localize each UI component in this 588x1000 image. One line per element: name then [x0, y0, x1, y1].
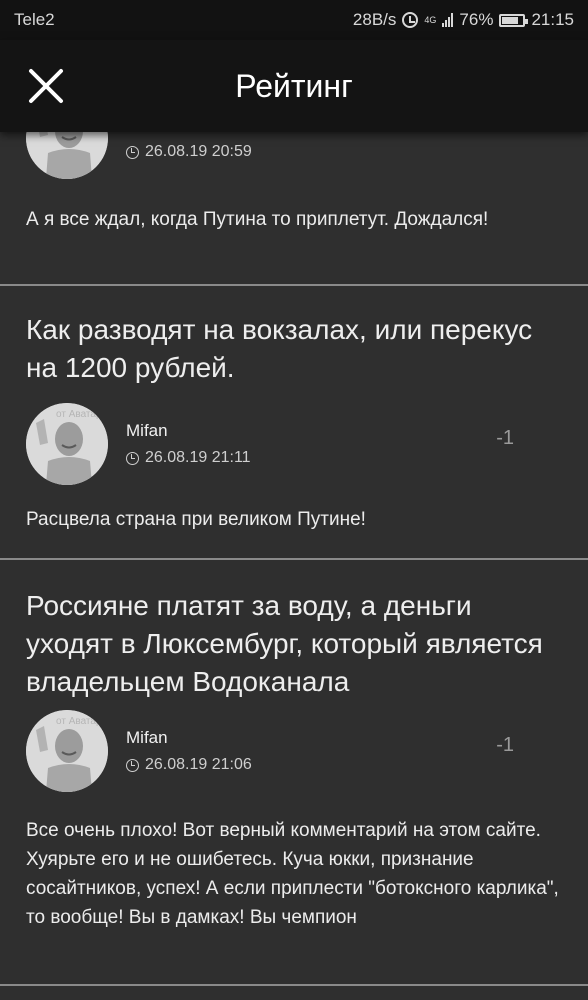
author-name[interactable]: Mifan — [126, 728, 252, 748]
post-date: 26.08.19 21:11 — [126, 449, 251, 467]
date-text: 26.08.19 21:06 — [145, 756, 252, 773]
alarm-icon — [402, 12, 419, 28]
comment-text: Расцвела страна при великом Путине! — [26, 509, 366, 530]
date-text: 26.08.19 21:11 — [145, 449, 251, 466]
battery-percent: 76% — [459, 10, 494, 29]
date-text: 26.08.19 20:59 — [145, 143, 252, 160]
author-block: Mifan 26.08.19 21:06 — [126, 728, 252, 774]
post-date: 26.08.19 21:06 — [126, 756, 252, 774]
avatar-watermark: от Аватар — [56, 409, 102, 420]
close-button[interactable] — [0, 40, 92, 132]
clock-icon — [126, 758, 139, 772]
clock-icon — [126, 451, 139, 465]
author-block: Mifan 26.08.19 21:11 — [126, 421, 251, 467]
battery-icon — [499, 13, 529, 27]
post-meta: от Аватар Mifan 26.08.19 21:06 -1 — [0, 710, 588, 792]
clock-time: 21:15 — [531, 10, 574, 29]
carrier-label: Tele2 — [14, 10, 55, 29]
post-title[interactable]: Россияне платят за воду, а деньги уходят… — [0, 587, 588, 701]
rating-feed[interactable]: Mifan 26.08.19 20:59 0 А я все ждал, ког… — [0, 40, 588, 1000]
post-date: 26.08.19 20:59 — [126, 143, 252, 161]
network-speed: 28B/s — [352, 10, 397, 29]
status-bar: Tele2 28B/s 4G 76% 21:15 — [0, 0, 588, 40]
network-type: 4G — [424, 14, 437, 25]
status-icons: 28B/s 4G 76% 21:15 — [353, 10, 574, 30]
avatar[interactable]: от Аватар — [26, 710, 108, 792]
post-card[interactable]: Как разводят на вокзалах, или перекус на… — [0, 286, 588, 560]
rating-score: -1 — [496, 734, 514, 756]
avatar[interactable]: от Аватар — [26, 403, 108, 485]
post-card[interactable]: Россияне платят за воду, а деньги уходят… — [0, 560, 588, 986]
avatar-watermark: от Аватар — [56, 716, 102, 727]
clock-icon — [126, 145, 139, 159]
app-bar: Рейтинг — [0, 40, 588, 132]
comment-text: Все очень плохо! Вот верный комментарий … — [26, 820, 559, 928]
signal-icon — [442, 13, 454, 27]
rating-score: -1 — [496, 427, 514, 449]
post-meta: от Аватар Mifan 26.08.19 21:11 -1 — [0, 403, 588, 485]
author-name[interactable]: Mifan — [126, 421, 251, 441]
post-title[interactable]: Как разводят на вокзалах, или перекус на… — [0, 311, 588, 387]
close-icon — [29, 69, 63, 103]
comment-text: А я все ждал, когда Путина то приплетут.… — [26, 209, 489, 230]
